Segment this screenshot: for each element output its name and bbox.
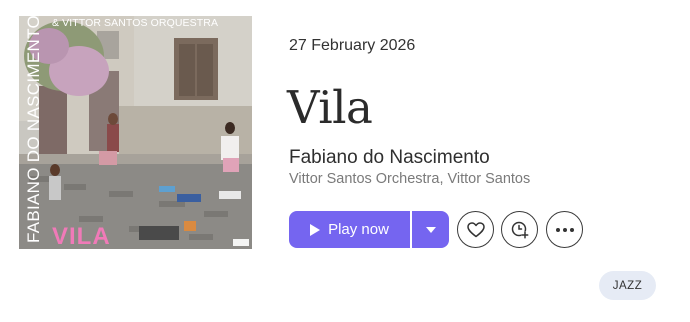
genre-tag[interactable]: JAZZ bbox=[599, 271, 656, 300]
cover-title-text: VILA bbox=[52, 223, 111, 249]
cover-label-badge bbox=[233, 239, 249, 246]
cover-artist-text: FABIANO DO NASCIMENTO bbox=[24, 16, 43, 243]
featured-artists[interactable]: Vittor Santos Orchestra, Vittor Santos bbox=[289, 171, 530, 187]
album-page: FABIANO DO NASCIMENTO & VITTOR SANTOS OR… bbox=[0, 0, 690, 322]
more-options-button[interactable] bbox=[546, 211, 583, 248]
play-options-dropdown[interactable] bbox=[412, 211, 449, 248]
add-to-queue-button[interactable] bbox=[501, 211, 538, 248]
play-now-label: Play now bbox=[328, 221, 389, 238]
like-button[interactable] bbox=[457, 211, 494, 248]
add-to-queue-icon bbox=[511, 221, 529, 239]
cover-orchestra-text: & VITTOR SANTOS ORQUESTRA bbox=[52, 17, 219, 29]
album-cover-artwork bbox=[19, 16, 252, 249]
play-now-button[interactable]: Play now bbox=[289, 211, 410, 248]
album-cover[interactable]: FABIANO DO NASCIMENTO & VITTOR SANTOS OR… bbox=[19, 16, 252, 249]
album-title: Vila bbox=[287, 81, 373, 134]
caret-down-icon bbox=[425, 226, 436, 233]
release-date: 27 February 2026 bbox=[289, 37, 416, 54]
heart-icon bbox=[466, 221, 485, 237]
more-dots-icon bbox=[555, 227, 574, 232]
play-icon bbox=[310, 223, 321, 236]
play-split-button: Play now bbox=[289, 211, 449, 248]
artist-link[interactable]: Fabiano do Nascimento bbox=[289, 147, 490, 169]
